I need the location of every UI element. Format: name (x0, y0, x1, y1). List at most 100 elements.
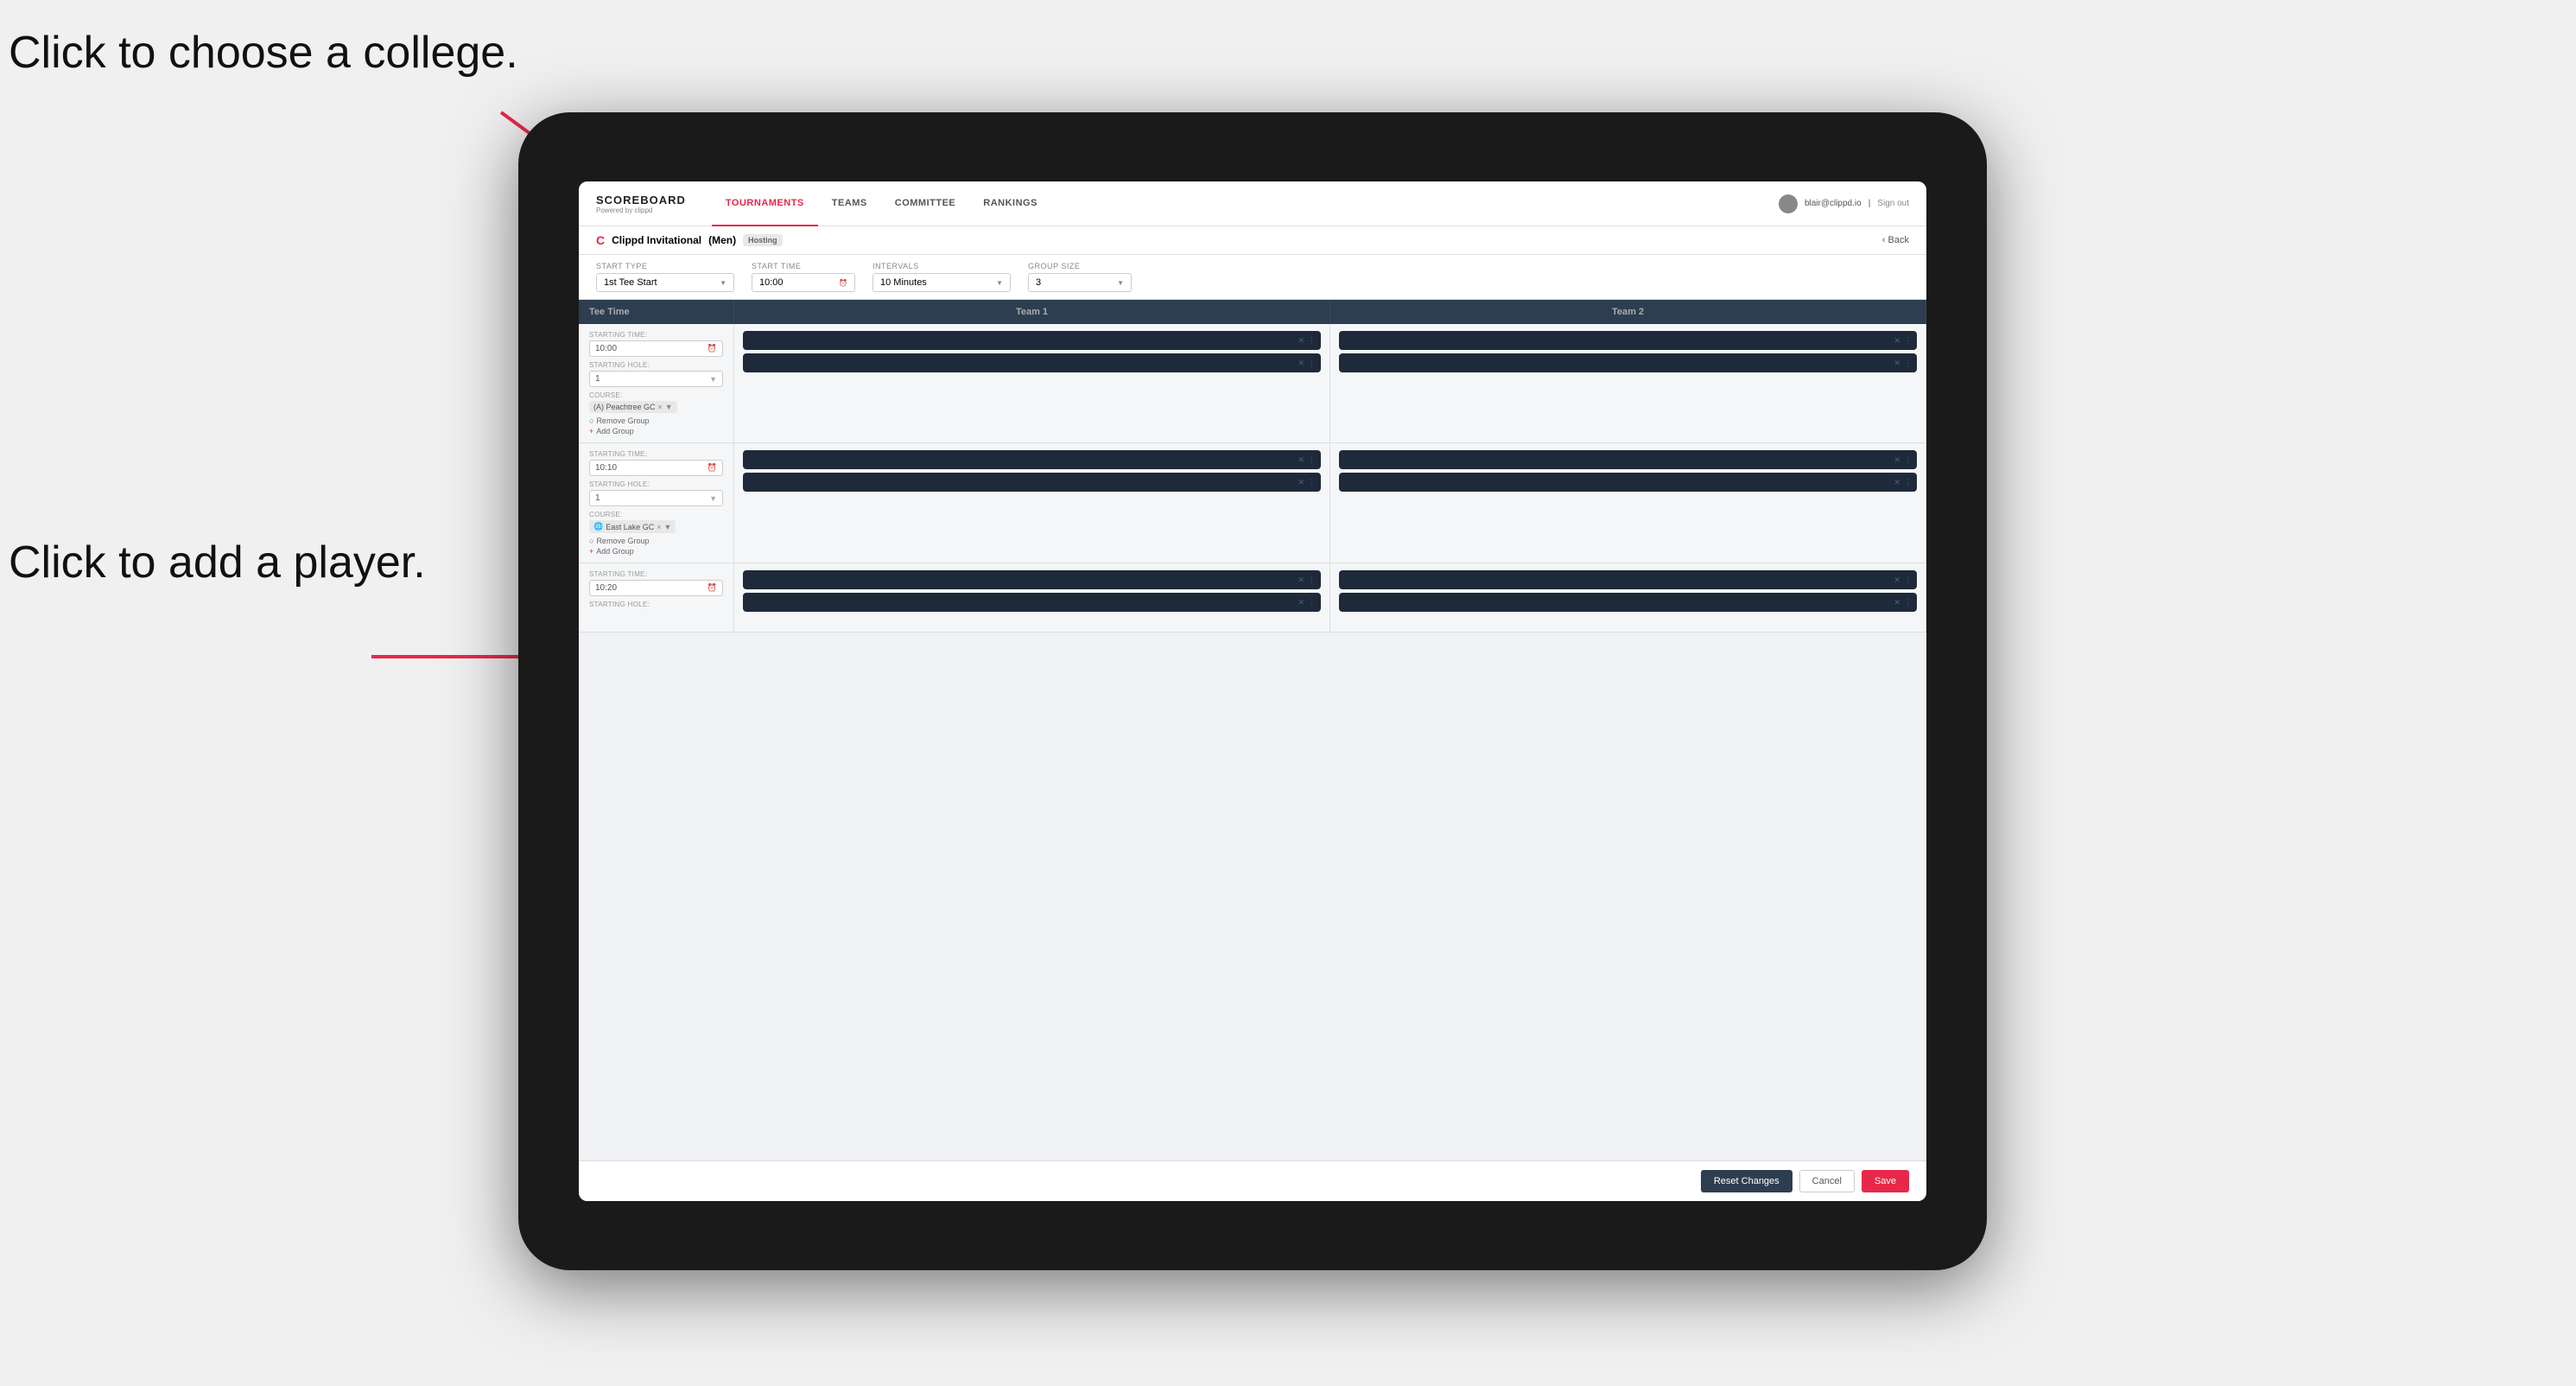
chevron-icon-slot-7[interactable]: ⋮ (1904, 455, 1912, 465)
chevron-icon-slot-5[interactable]: ⋮ (1308, 455, 1316, 465)
starting-hole-label-2: STARTING HOLE: (589, 480, 723, 488)
intervals-value: 10 Minutes (880, 277, 927, 288)
x-icon-1[interactable]: ✕ (1298, 336, 1304, 346)
settings-bar: Start Type 1st Tee Start ▼ Start Time 10… (579, 255, 1926, 300)
group-row: STARTING TIME: 10:00 ⏰ STARTING HOLE: 1 … (579, 324, 1926, 443)
team2-slots-3: ✕ ⋮ ✕ ⋮ (1330, 563, 1926, 632)
tab-rankings[interactable]: RANKINGS (969, 181, 1051, 226)
starting-hole-label-1: STARTING HOLE: (589, 361, 723, 369)
team2-slots-2: ✕ ⋮ ✕ ⋮ (1330, 443, 1926, 563)
chevron-icon-slot-6[interactable]: ⋮ (1308, 478, 1316, 487)
chevron-icon-slot-12[interactable]: ⋮ (1904, 598, 1912, 607)
chevron-icon-slot-11[interactable]: ⋮ (1904, 575, 1912, 585)
starting-time-field-2[interactable]: 10:10 ⏰ (589, 460, 723, 476)
intervals-label: Intervals (872, 262, 1011, 270)
player-slot-1-1[interactable]: ✕ ⋮ (743, 331, 1321, 350)
x-icon-4[interactable]: ✕ (1894, 359, 1900, 368)
starting-hole-field-1[interactable]: 1 ▼ (589, 371, 723, 387)
chevron-down-icon-2: ▼ (996, 279, 1003, 287)
chevron-icon-slot-8[interactable]: ⋮ (1904, 478, 1912, 487)
remove-group-2[interactable]: ○ Remove Group (589, 537, 723, 545)
player-slot-5-1[interactable]: ✕ ⋮ (743, 570, 1321, 589)
player-slot-4-2[interactable]: ✕ ⋮ (1339, 473, 1917, 492)
course-tag-1[interactable]: (A) Peachtree GC × ▼ (589, 401, 677, 413)
group-size-label: Group Size (1028, 262, 1132, 270)
course-expand-1[interactable]: ▼ (665, 403, 673, 411)
avatar (1779, 194, 1798, 213)
chevron-icon-slot-10[interactable]: ⋮ (1308, 598, 1316, 607)
reset-button[interactable]: Reset Changes (1701, 1170, 1792, 1192)
tab-teams[interactable]: TEAMS (818, 181, 881, 226)
player-slot-1-2[interactable]: ✕ ⋮ (743, 353, 1321, 372)
plus-icon-2: + (589, 547, 593, 556)
group-size-group: Group Size 3 ▼ (1028, 262, 1132, 292)
course-expand-2[interactable]: ▼ (664, 523, 672, 531)
x-icon-7[interactable]: ✕ (1894, 455, 1900, 465)
player-slot-6-2[interactable]: ✕ ⋮ (1339, 593, 1917, 612)
tab-tournaments[interactable]: TOURNAMENTS (712, 181, 818, 226)
clock-icon-1: ⏰ (707, 344, 717, 353)
x-icon-5[interactable]: ✕ (1298, 455, 1304, 465)
start-time-select[interactable]: 10:00 ⏰ (752, 273, 855, 292)
tab-committee[interactable]: COMMITTEE (881, 181, 970, 226)
sign-out-link[interactable]: Sign out (1877, 199, 1909, 208)
remove-course-1[interactable]: × (658, 403, 663, 411)
player-slot-2-1[interactable]: ✕ ⋮ (1339, 331, 1917, 350)
team2-slots-1: ✕ ⋮ ✕ ⋮ (1330, 324, 1926, 442)
x-icon-9[interactable]: ✕ (1298, 575, 1304, 585)
player-slot-2-2[interactable]: ✕ ⋮ (1339, 353, 1917, 372)
plus-icon-1: + (589, 427, 593, 436)
course-tag-label-1: (A) Peachtree GC (593, 403, 656, 411)
group-left-3: STARTING TIME: 10:20 ⏰ STARTING HOLE: (579, 563, 734, 632)
player-slot-6-1[interactable]: ✕ ⋮ (1339, 570, 1917, 589)
player-slot-5-2[interactable]: ✕ ⋮ (743, 593, 1321, 612)
player-slot-3-1[interactable]: ✕ ⋮ (743, 450, 1321, 469)
remove-course-2[interactable]: × (657, 523, 661, 531)
intervals-select[interactable]: 10 Minutes ▼ (872, 273, 1011, 292)
start-type-select[interactable]: 1st Tee Start ▼ (596, 273, 734, 292)
x-icon-2[interactable]: ✕ (1298, 359, 1304, 368)
x-icon-10[interactable]: ✕ (1298, 598, 1304, 607)
player-slot-3-2[interactable]: ✕ ⋮ (743, 473, 1321, 492)
remove-group-1[interactable]: ○ Remove Group (589, 416, 723, 425)
chevron-icon-slot-4[interactable]: ⋮ (1904, 359, 1912, 368)
sub-header: C Clippd Invitational (Men) Hosting ‹ Ba… (579, 226, 1926, 255)
tablet-frame: SCOREBOARD Powered by clippd TOURNAMENTS… (518, 112, 1987, 1270)
player-slot-4-1[interactable]: ✕ ⋮ (1339, 450, 1917, 469)
x-icon-12[interactable]: ✕ (1894, 598, 1900, 607)
chevron-icon-slot-3[interactable]: ⋮ (1904, 336, 1912, 346)
tablet-screen: SCOREBOARD Powered by clippd TOURNAMENTS… (579, 181, 1926, 1201)
clock-icon-3: ⏰ (707, 583, 717, 593)
x-icon-3[interactable]: ✕ (1894, 336, 1900, 346)
tournament-name: Clippd Invitational (612, 234, 701, 246)
group-left-1: STARTING TIME: 10:00 ⏰ STARTING HOLE: 1 … (579, 324, 734, 442)
table-header: Tee Time Team 1 Team 2 (579, 300, 1926, 324)
team1-slots-1: ✕ ⋮ ✕ ⋮ (734, 324, 1330, 442)
x-icon-6[interactable]: ✕ (1298, 478, 1304, 487)
starting-hole-field-2[interactable]: 1 ▼ (589, 490, 723, 506)
starting-time-field-3[interactable]: 10:20 ⏰ (589, 580, 723, 596)
start-time-value: 10:00 (759, 277, 784, 288)
x-icon-8[interactable]: ✕ (1894, 478, 1900, 487)
add-group-1[interactable]: + Add Group (589, 427, 723, 436)
x-icon-11[interactable]: ✕ (1894, 575, 1900, 585)
chevron-down-icon-3: ▼ (1117, 279, 1124, 287)
save-button[interactable]: Save (1862, 1170, 1909, 1192)
starting-time-field-1[interactable]: 10:00 ⏰ (589, 340, 723, 357)
start-type-group: Start Type 1st Tee Start ▼ (596, 262, 734, 292)
group-size-select[interactable]: 3 ▼ (1028, 273, 1132, 292)
back-button[interactable]: ‹ Back (1882, 235, 1909, 245)
course-label-2: COURSE: (589, 511, 723, 518)
app-footer: Reset Changes Cancel Save (579, 1160, 1926, 1201)
group-row-2: STARTING TIME: 10:10 ⏰ STARTING HOLE: 1 … (579, 443, 1926, 563)
chevron-icon-slot-2[interactable]: ⋮ (1308, 359, 1316, 368)
cancel-button[interactable]: Cancel (1799, 1170, 1855, 1192)
circle-icon-2: ○ (589, 537, 593, 545)
chevron-icon-slot-9[interactable]: ⋮ (1308, 575, 1316, 585)
chevron-icon-slot-1[interactable]: ⋮ (1308, 336, 1316, 346)
main-content[interactable]: STARTING TIME: 10:00 ⏰ STARTING HOLE: 1 … (579, 324, 1926, 1160)
add-group-2[interactable]: + Add Group (589, 547, 723, 556)
starting-time-label-3: STARTING TIME: (589, 570, 723, 578)
course-tag-2[interactable]: 🌐 East Lake GC × ▼ (589, 520, 676, 533)
start-time-group: Start Time 10:00 ⏰ (752, 262, 855, 292)
